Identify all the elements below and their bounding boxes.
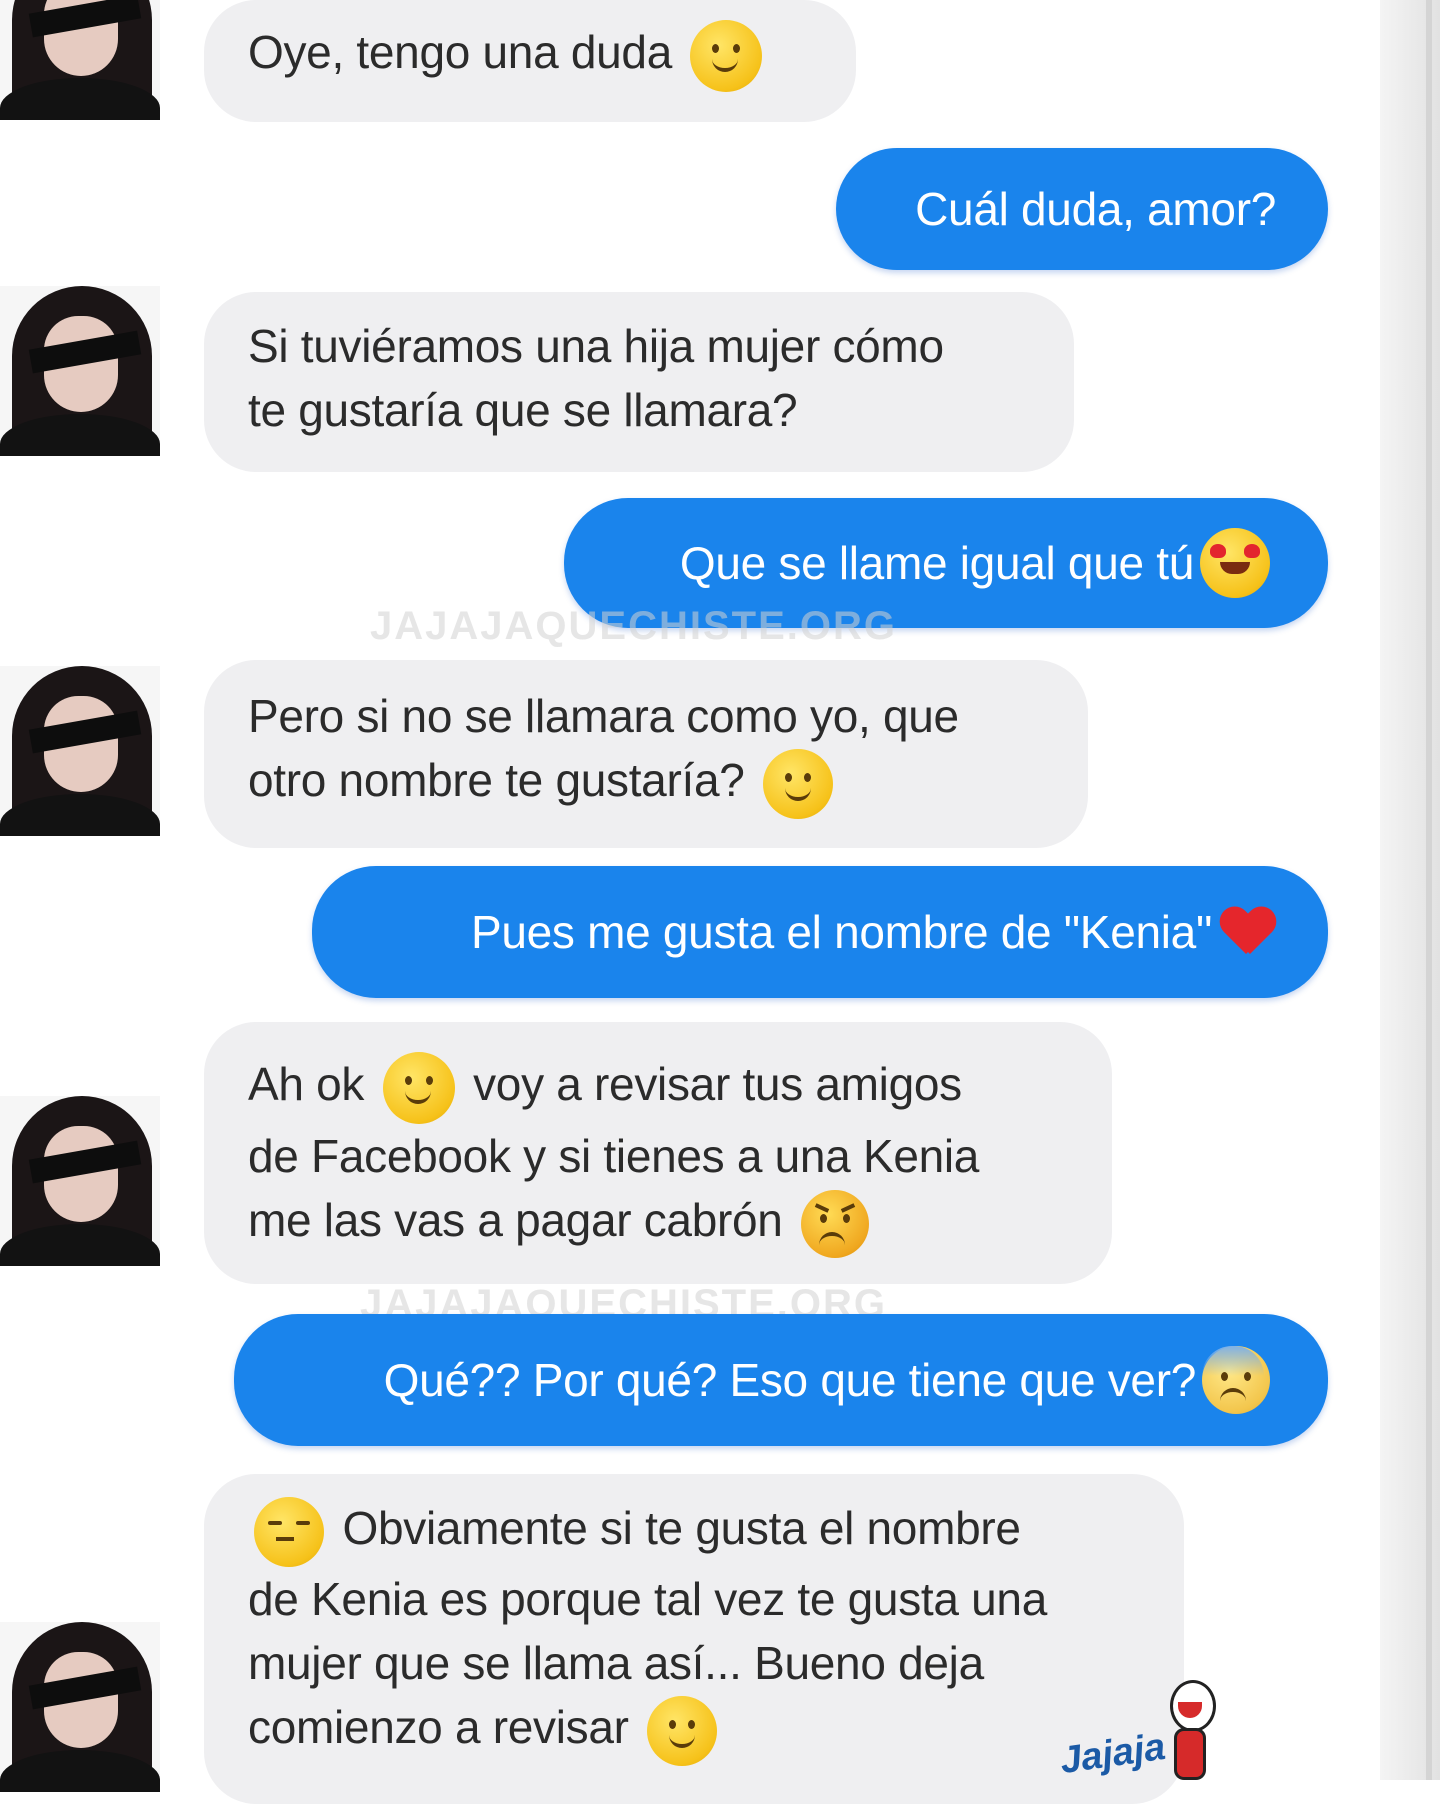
message-bubble[interactable]: Oye, tengo una duda — [204, 0, 856, 122]
watermark: JAJAJAQUECHISTE.ORG — [370, 604, 897, 648]
message-text: Pues me gusta el nombre de "Kenia" — [470, 906, 1212, 958]
message-text: Obviamente si te gusta el nombre — [342, 1502, 1021, 1554]
angry-face-icon — [801, 1189, 870, 1258]
heart-icon — [1220, 906, 1276, 958]
message-bubble[interactable]: Ah ok voy a revisar tus amigos de Facebo… — [204, 1022, 1112, 1284]
worried-face-icon — [1202, 1346, 1270, 1414]
site-logo: Jajaja — [1057, 1670, 1230, 1783]
contact-avatar[interactable] — [0, 666, 160, 836]
heart-eyes-icon — [1200, 528, 1270, 598]
message-text: Oye, tengo una duda — [248, 26, 672, 79]
slight-smile-icon — [647, 1695, 718, 1766]
message-text: voy a revisar tus amigos — [473, 1058, 962, 1111]
unamused-face-icon — [254, 1496, 324, 1567]
message-bubble[interactable]: Qué?? Por qué? Eso que tiene que ver? — [234, 1314, 1328, 1446]
message-text: Pero si no se llamara como yo, que otro … — [248, 690, 959, 806]
message-bubble[interactable]: Si tuviéramos una hija mujer cómo te gus… — [204, 292, 1074, 472]
scrollbar[interactable] — [1380, 0, 1440, 1780]
contact-avatar[interactable] — [0, 1096, 160, 1266]
contact-avatar[interactable] — [0, 0, 160, 120]
message-bubble[interactable]: Pues me gusta el nombre de "Kenia" — [312, 866, 1328, 998]
message-text: Ah ok — [248, 1058, 365, 1111]
chat-conversation: Oye, tengo una duda Cuál duda, amor? Si … — [0, 0, 1380, 1804]
laughing-character-icon — [1160, 1680, 1220, 1780]
contact-avatar[interactable] — [0, 286, 160, 456]
message-text: de Facebook y si tienes a una Kenia me l… — [248, 1130, 980, 1246]
logo-text: Jajaja — [1057, 1725, 1168, 1783]
message-text: Cuál duda, amor? — [915, 183, 1276, 235]
slight-smile-icon — [382, 1052, 455, 1124]
contact-avatar[interactable] — [0, 1622, 160, 1792]
slight-smile-icon — [690, 20, 763, 92]
message-bubble[interactable]: Obviamente si te gusta el nombre de Keni… — [204, 1474, 1184, 1804]
message-bubble[interactable]: Cuál duda, amor? — [836, 148, 1328, 270]
slight-smile-icon — [763, 748, 834, 819]
message-bubble[interactable]: Pero si no se llamara como yo, que otro … — [204, 660, 1088, 848]
message-text: Qué?? Por qué? Eso que tiene que ver? — [383, 1354, 1197, 1406]
message-text: Que se llame igual que tú — [679, 537, 1194, 589]
message-text: Si tuviéramos una hija mujer cómo te gus… — [248, 320, 944, 436]
